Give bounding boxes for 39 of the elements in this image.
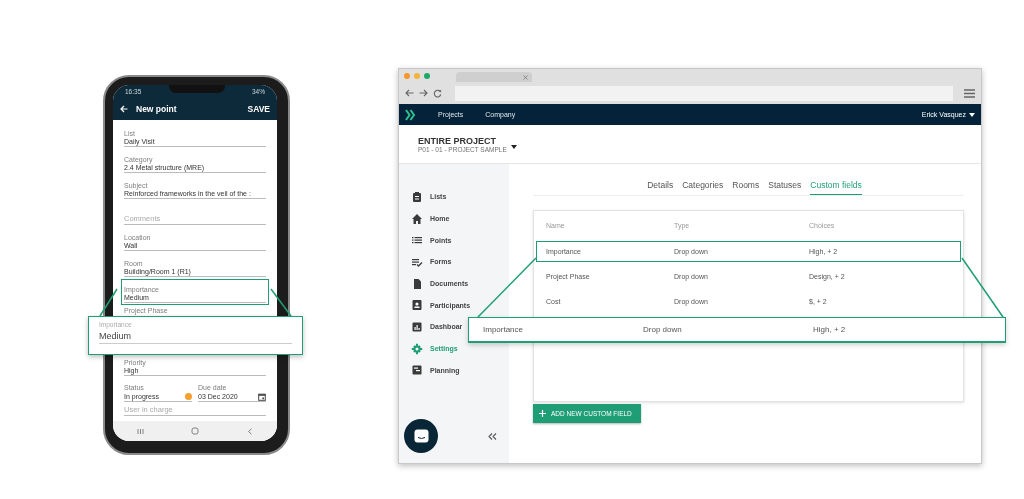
home-icon[interactable] <box>191 427 200 435</box>
menu-icon[interactable] <box>964 88 975 98</box>
field-value: Medium <box>99 328 292 344</box>
tab[interactable]: Details <box>647 178 674 195</box>
reload-icon[interactable] <box>433 88 442 98</box>
chart-icon <box>411 320 423 333</box>
close-icon[interactable] <box>523 74 528 80</box>
document-icon <box>411 277 423 290</box>
clipboard-icon <box>411 190 423 203</box>
collapse-icon[interactable] <box>488 432 497 440</box>
save-button[interactable]: SAVE <box>247 103 270 114</box>
home-icon <box>411 212 423 225</box>
status-dot-icon <box>185 393 192 400</box>
leader-line <box>961 257 1004 318</box>
dropdown-caret-icon[interactable] <box>510 145 517 149</box>
zoom-callout-row: Importance Drop down High, + 2 <box>468 317 1006 343</box>
maximize-window-dot[interactable] <box>424 73 430 79</box>
screen-title: New point <box>136 103 178 114</box>
forward-arrow-icon[interactable] <box>419 89 428 97</box>
back-icon[interactable] <box>247 427 254 435</box>
project-title: ENTIRE PROJECT <box>418 135 497 146</box>
tab[interactable]: Custom fields <box>810 178 862 195</box>
chat-button[interactable] <box>404 419 438 453</box>
tab[interactable]: Categories <box>682 178 724 195</box>
badge-icon <box>411 299 423 312</box>
plus-icon <box>539 410 546 417</box>
leader-line <box>477 257 537 318</box>
chat-icon <box>413 429 429 443</box>
caret-icon <box>969 112 975 117</box>
gear-icon <box>411 342 423 355</box>
recent-apps-icon[interactable] <box>136 427 144 435</box>
logo-icon[interactable] <box>405 108 416 121</box>
phone-notch <box>169 85 225 93</box>
minimize-window-dot[interactable] <box>414 73 420 79</box>
close-window-dot[interactable] <box>404 73 410 79</box>
tab[interactable]: Rooms <box>732 178 760 195</box>
planning-icon <box>411 364 423 377</box>
tab[interactable]: Statuses <box>768 178 802 195</box>
calendar-icon[interactable] <box>258 392 266 401</box>
